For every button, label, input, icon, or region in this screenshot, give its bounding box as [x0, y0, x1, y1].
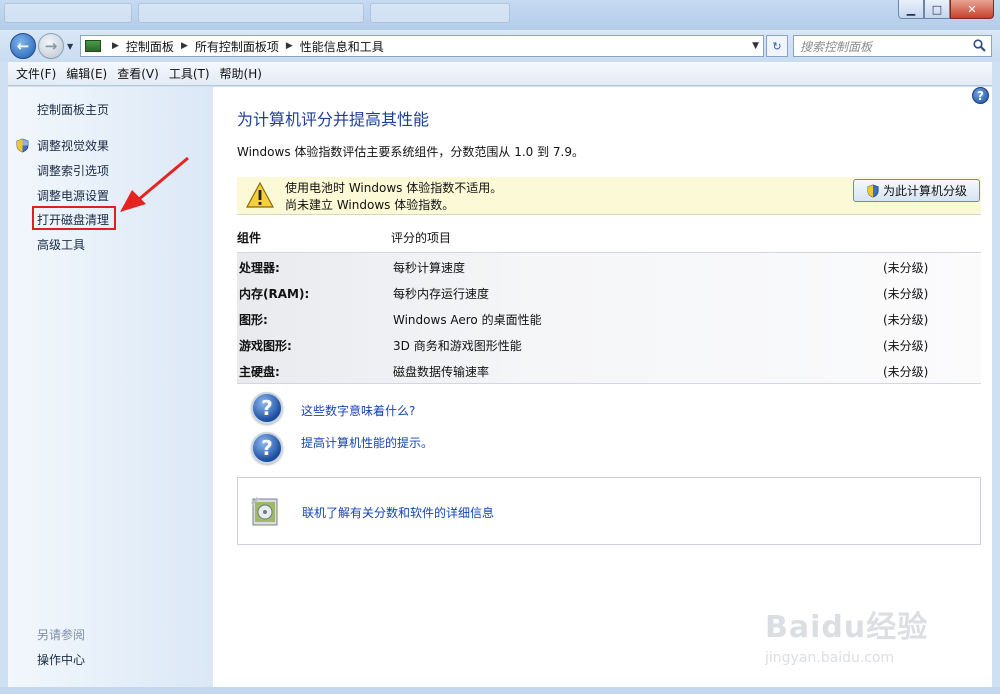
- table-row: 处理器: 每秒计算速度 (未分级): [237, 254, 981, 280]
- menu-view[interactable]: 查看(V): [113, 65, 163, 82]
- address-bar[interactable]: ▶ 控制面板 ▶ 所有控制面板项 ▶ 性能信息和工具 ▼: [80, 35, 764, 57]
- warning-line-2: 尚未建立 Windows 体验指数。: [285, 198, 455, 212]
- warning-icon: [245, 181, 275, 208]
- window-controls: ▁ □ ✕: [898, 0, 994, 19]
- refresh-icon: ↻: [772, 39, 782, 53]
- sidebar-item-power[interactable]: 调整电源设置: [37, 187, 109, 204]
- address-dropdown-icon[interactable]: ▼: [752, 41, 759, 51]
- breadcrumb-all-items[interactable]: 所有控制面板项: [195, 38, 279, 55]
- search-icon[interactable]: [973, 39, 986, 52]
- link-performance-tips[interactable]: 提高计算机性能的提示。: [301, 434, 433, 451]
- warning-line-1: 使用电池时 Windows 体验指数不适用。: [285, 181, 503, 195]
- arrow-left-icon: ←: [16, 37, 30, 55]
- watermark-text: Baidu经验: [765, 610, 929, 645]
- page-title: 为计算机评分并提高其性能: [237, 110, 430, 129]
- history-dropdown-icon[interactable]: ▼: [67, 42, 73, 51]
- row-score: (未分级): [883, 339, 929, 353]
- sidebar-item-indexing[interactable]: 调整索引选项: [37, 162, 109, 179]
- column-header-item: 评分的项目: [391, 231, 452, 245]
- maximize-button[interactable]: □: [924, 0, 950, 19]
- table-header: 组件 评分的项目: [237, 227, 981, 251]
- back-button[interactable]: ←: [10, 33, 36, 59]
- row-component: 主硬盘:: [239, 365, 280, 379]
- arrow-right-icon: →: [44, 37, 58, 55]
- rate-computer-button[interactable]: 为此计算机分级: [853, 179, 980, 202]
- background-tab[interactable]: [370, 3, 510, 23]
- row-item: 3D 商务和游戏图形性能: [393, 339, 522, 353]
- menu-edit[interactable]: 编辑(E): [62, 65, 111, 82]
- row-item: Windows Aero 的桌面性能: [393, 313, 542, 327]
- navigation-bar: ← → ▼ ▶ 控制面板 ▶ 所有控制面板项 ▶ 性能信息和工具 ▼ ↻ 搜索控…: [0, 30, 1000, 62]
- menu-tools[interactable]: 工具(T): [165, 65, 214, 82]
- row-component: 图形:: [239, 313, 268, 327]
- uac-shield-icon: [16, 138, 29, 153]
- sidebar-item-advanced-tools[interactable]: 高级工具: [37, 236, 85, 253]
- watermark-url: jingyan.baidu.com: [765, 650, 895, 666]
- sidebar-item-home[interactable]: 控制面板主页: [37, 101, 109, 118]
- table-row: 主硬盘: 磁盘数据传输速率 (未分级): [237, 358, 981, 384]
- row-component: 处理器:: [239, 261, 280, 275]
- chevron-right-icon[interactable]: ▶: [112, 41, 119, 51]
- window-bottom-edge: [0, 687, 1000, 694]
- row-score: (未分级): [883, 313, 929, 327]
- table-row: 内存(RAM): 每秒内存运行速度 (未分级): [237, 280, 981, 306]
- title-bar: ▁ □ ✕: [0, 0, 1000, 30]
- software-package-icon: [251, 497, 278, 526]
- row-component: 内存(RAM):: [239, 287, 310, 301]
- table-row: 游戏图形: 3D 商务和游戏图形性能 (未分级): [237, 332, 981, 358]
- link-what-numbers-mean[interactable]: 这些数字意味着什么?: [301, 402, 415, 419]
- background-tab[interactable]: [138, 3, 364, 23]
- control-panel-icon: [85, 40, 101, 52]
- row-item: 每秒内存运行速度: [393, 287, 490, 301]
- menu-bar: 文件(F) 编辑(E) 查看(V) 工具(T) 帮助(H): [8, 62, 992, 86]
- forward-button[interactable]: →: [38, 33, 64, 59]
- row-score: (未分级): [883, 261, 929, 275]
- menu-file[interactable]: 文件(F): [12, 65, 60, 82]
- breadcrumb-control-panel[interactable]: 控制面板: [126, 38, 174, 55]
- search-input[interactable]: 搜索控制面板: [793, 35, 992, 57]
- online-info-box: 联机了解有关分数和软件的详细信息: [237, 477, 981, 545]
- table-row: 图形: Windows Aero 的桌面性能 (未分级): [237, 306, 981, 332]
- sidebar-item-action-center[interactable]: 操作中心: [37, 651, 85, 668]
- annotation-highlight-box: [32, 206, 116, 230]
- search-placeholder: 搜索控制面板: [800, 39, 873, 54]
- row-component: 游戏图形:: [239, 339, 292, 353]
- annotation-arrow-icon: [120, 156, 189, 212]
- rate-computer-label: 为此计算机分级: [882, 184, 967, 198]
- chevron-right-icon[interactable]: ▶: [286, 41, 293, 51]
- uac-shield-icon: [867, 184, 879, 197]
- warning-banner: 使用电池时 Windows 体验指数不适用。 尚未建立 Windows 体验指数…: [237, 177, 981, 215]
- help-icon[interactable]: ?: [972, 87, 989, 104]
- row-item: 每秒计算速度: [393, 261, 466, 275]
- page-description: Windows 体验指数评估主要系统组件，分数范围从 1.0 到 7.9。: [237, 145, 584, 159]
- column-header-component: 组件: [237, 231, 262, 245]
- menu-help[interactable]: 帮助(H): [216, 65, 266, 82]
- baidu-watermark: Baidu经验 jingyan.baidu.com: [765, 590, 945, 670]
- sidebar-item-visual-effects[interactable]: 调整视觉效果: [37, 137, 109, 154]
- question-icon: ?: [251, 392, 283, 424]
- table-body: 处理器: 每秒计算速度 (未分级) 内存(RAM): 每秒内存运行速度 (未分级…: [237, 252, 981, 384]
- see-also-heading: 另请参阅: [37, 628, 86, 642]
- link-online-details[interactable]: 联机了解有关分数和软件的详细信息: [302, 504, 494, 521]
- background-tab[interactable]: [4, 3, 132, 23]
- chevron-right-icon[interactable]: ▶: [181, 41, 188, 51]
- row-item: 磁盘数据传输速率: [393, 365, 490, 379]
- refresh-button[interactable]: ↻: [766, 35, 788, 57]
- row-score: (未分级): [883, 365, 929, 379]
- question-icon: ?: [251, 432, 283, 464]
- breadcrumb-performance[interactable]: 性能信息和工具: [300, 38, 384, 55]
- score-table: 组件 评分的项目 处理器: 每秒计算速度 (未分级) 内存(RAM): 每秒内存…: [237, 227, 981, 384]
- close-button[interactable]: ✕: [950, 0, 994, 19]
- row-score: (未分级): [883, 287, 929, 301]
- minimize-button[interactable]: ▁: [898, 0, 924, 19]
